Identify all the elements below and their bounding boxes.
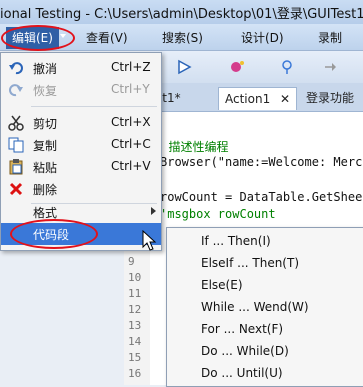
annotation-circle-edit — [1, 25, 75, 51]
run-icon[interactable] — [176, 59, 192, 75]
snippet-label: Do ... While(D) — [201, 344, 289, 358]
snippet-do-while[interactable]: Do ... While(D) — [167, 340, 363, 362]
menu-item-undo[interactable]: 撤消 Ctrl+Z — [1, 57, 161, 79]
snippet-label: Do ... Until(U) — [201, 366, 283, 380]
menu-view[interactable]: 查看(V) — [86, 29, 128, 46]
menu-search[interactable]: 搜索(S) — [162, 29, 203, 46]
menu-item-delete[interactable]: 删除 — [1, 178, 161, 200]
document-tabs: st1* Action1 ✕ 登录功能 — [150, 83, 363, 112]
snippet-label: Else(E) — [201, 278, 243, 292]
menu-separator — [31, 106, 157, 107]
code-line: rowCount = DataTable.GetShee — [160, 190, 363, 204]
snippet-label: If ... Then(I) — [201, 234, 271, 248]
code-line: Browser("name:=Welcome: Mercu — [160, 155, 363, 169]
code-line-comment: 'msgbox rowCount — [160, 207, 276, 221]
menu-item-label: 剪切 — [33, 117, 58, 131]
snippet-for-next[interactable]: For ... Next(F) — [167, 318, 363, 340]
tab-login[interactable]: 登录功能 — [300, 87, 360, 109]
menu-item-shortcut: Ctrl+Y — [111, 82, 150, 96]
line-number: 16 — [128, 367, 142, 380]
tab-action1[interactable]: Action1 ✕ — [218, 87, 298, 110]
submenu-arrow-icon — [151, 207, 156, 215]
delete-icon — [9, 182, 23, 196]
menu-item-format[interactable]: 格式 — [1, 201, 161, 223]
copy-icon — [8, 137, 24, 153]
menu-item-shortcut: Ctrl+V — [111, 159, 151, 173]
snippet-while-wend[interactable]: While ... Wend(W) — [167, 296, 363, 318]
edit-menu: 撤消 Ctrl+Z 恢复 Ctrl+Y 剪切 Ctrl+X 复制 Ctrl+C … — [0, 52, 162, 251]
record-icon[interactable] — [228, 59, 246, 75]
menu-item-label: 粘贴 — [33, 161, 58, 175]
code-snippet-submenu: If ... Then(I) ElseIf ... Then(T) Else(E… — [166, 227, 363, 387]
menu-item-shortcut: Ctrl+X — [111, 115, 151, 129]
menu-record[interactable]: 录制 — [318, 29, 342, 46]
line-number: 9 — [128, 255, 135, 268]
pin-icon[interactable] — [280, 59, 294, 75]
menu-item-paste[interactable]: 粘贴 Ctrl+V — [1, 156, 161, 178]
toolbar — [150, 51, 363, 83]
line-number: 13 — [128, 319, 142, 332]
snippet-elseif-then[interactable]: ElseIf ... Then(T) — [167, 252, 363, 274]
line-number: 15 — [128, 351, 142, 364]
menu-item-shortcut: Ctrl+Z — [111, 60, 151, 74]
snippet-do-until[interactable]: Do ... Until(U) — [167, 362, 363, 384]
line-number: 11 — [128, 287, 142, 300]
snippet-label: While ... Wend(W) — [201, 300, 309, 314]
line-number: 14 — [128, 335, 142, 348]
snippet-label: ElseIf ... Then(T) — [201, 256, 300, 270]
line-number: 12 — [128, 303, 142, 316]
menu-design[interactable]: 设计(D) — [241, 29, 284, 46]
menu-item-label: 复制 — [33, 139, 58, 153]
title-bar: ional Testing - C:\Users\admin\Desktop\0… — [0, 0, 363, 24]
step-icon[interactable] — [322, 59, 338, 75]
menu-item-shortcut: Ctrl+C — [111, 137, 151, 151]
snippet-label: For ... Next(F) — [201, 322, 284, 336]
undo-icon — [9, 62, 23, 75]
annotation-circle-snippet — [10, 219, 98, 249]
menu-item-cut[interactable]: 剪切 Ctrl+X — [1, 112, 161, 134]
line-number: 10 — [128, 271, 142, 284]
menu-item-redo[interactable]: 恢复 Ctrl+Y — [1, 79, 161, 101]
code-line-comment: ' 描述性编程 — [154, 140, 229, 154]
window-title: ional Testing - C:\Users\admin\Desktop\0… — [0, 7, 363, 22]
mouse-cursor-icon — [142, 230, 157, 251]
cut-icon — [8, 115, 24, 131]
menu-item-copy[interactable]: 复制 Ctrl+C — [1, 134, 161, 156]
menu-item-label: 撤消 — [33, 62, 58, 76]
tab-label: Action1 — [225, 92, 271, 106]
menu-item-label: 删除 — [33, 183, 58, 197]
snippet-if-then[interactable]: If ... Then(I) — [167, 230, 363, 252]
tab-close-icon[interactable]: ✕ — [280, 92, 290, 106]
paste-icon — [9, 159, 23, 175]
redo-icon — [9, 84, 23, 97]
menu-item-label: 恢复 — [33, 84, 58, 98]
snippet-else[interactable]: Else(E) — [167, 274, 363, 296]
